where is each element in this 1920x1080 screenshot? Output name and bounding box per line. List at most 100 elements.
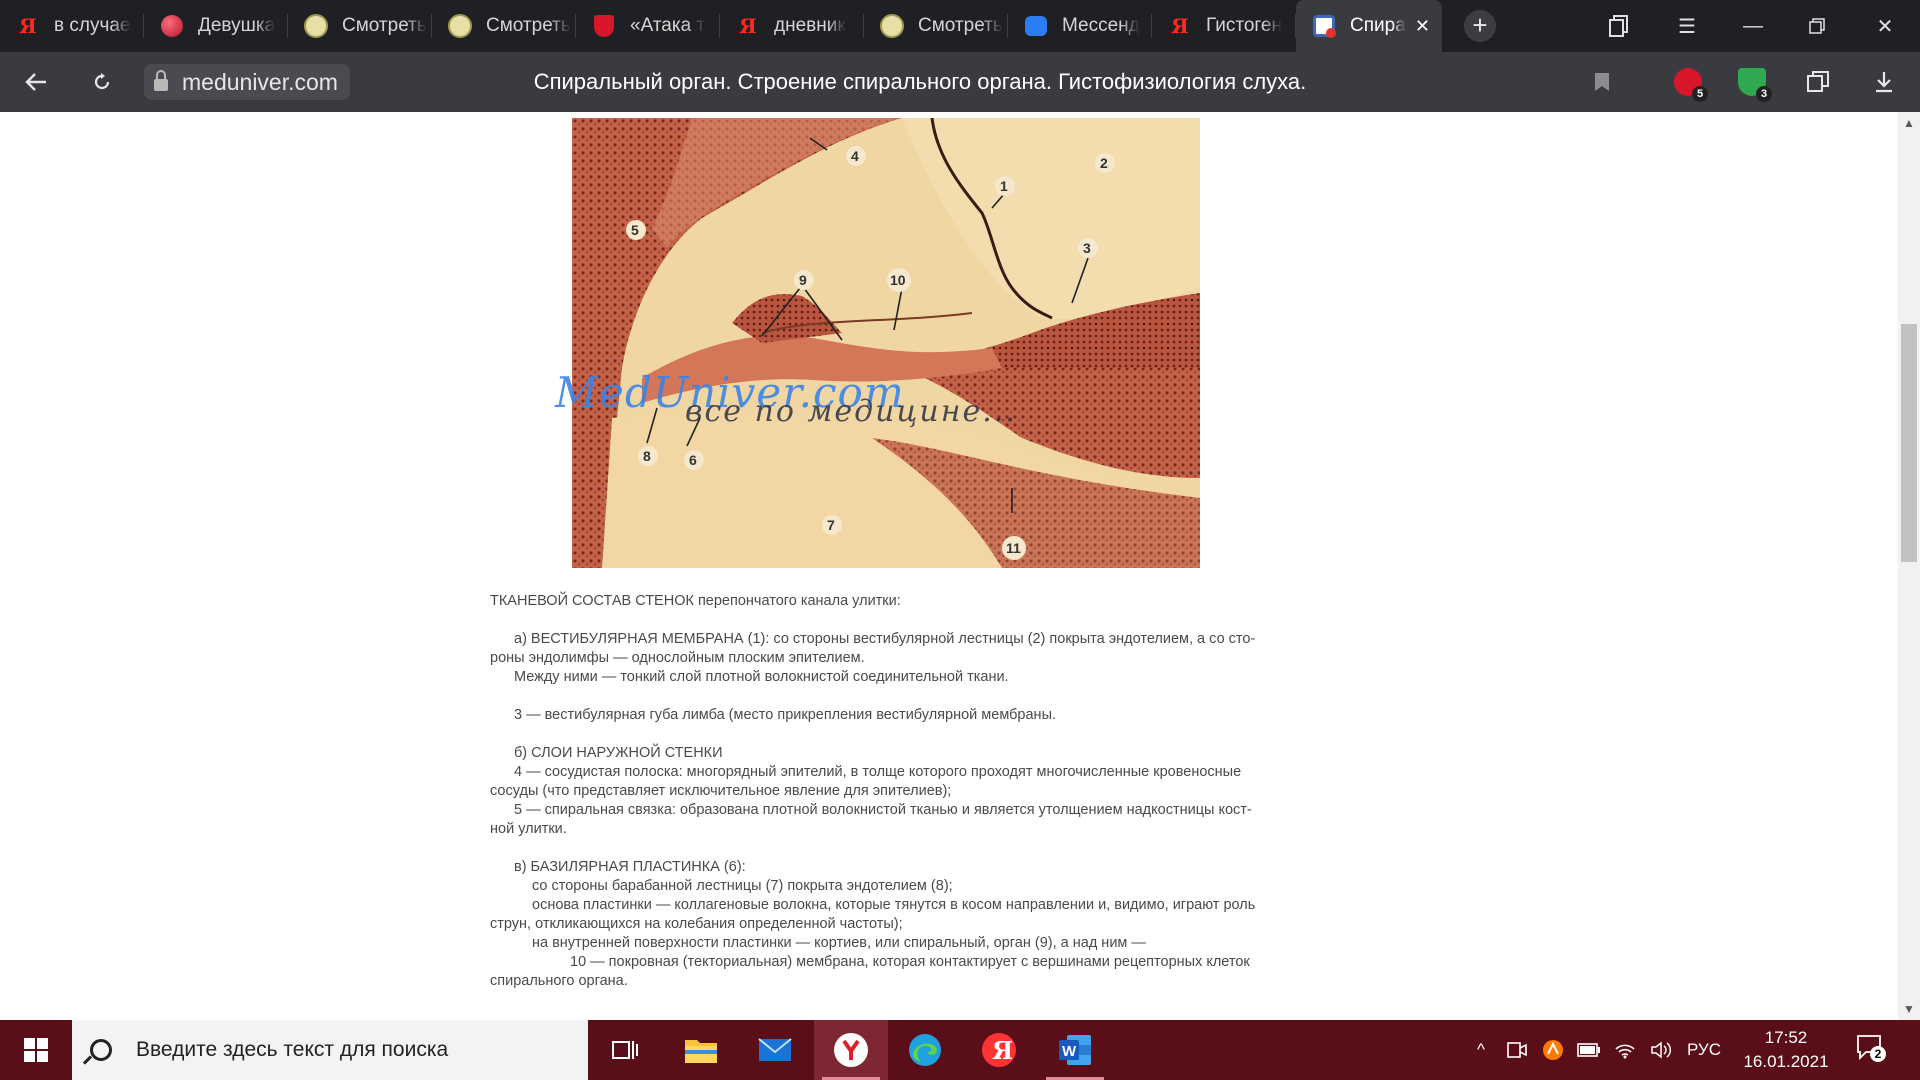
extension-badge: 5 <box>1692 86 1708 102</box>
new-tab-button[interactable]: + <box>1464 10 1496 42</box>
histology-figure: 4 1 2 3 5 9 10 8 6 7 11 <box>572 118 1200 568</box>
minimize-icon[interactable]: — <box>1730 0 1776 52</box>
close-tab-icon[interactable]: ✕ <box>1415 16 1430 37</box>
article-line: в) БАЗИЛЯРНАЯ ПЛАСТИНКА (6): <box>514 859 746 875</box>
svg-text:W: W <box>1062 1043 1077 1060</box>
article-line: 10 — покровная (текториальная) мембрана,… <box>570 954 1250 970</box>
adblock-extension-icon[interactable]: 5 <box>1674 68 1708 102</box>
tab-4[interactable]: Смотреть <box>432 0 576 52</box>
tab-2[interactable]: Девушка <box>144 0 288 52</box>
tab-1[interactable]: Я в случае <box>0 0 144 52</box>
tab-5[interactable]: «Атака т <box>576 0 720 52</box>
file-explorer-icon[interactable] <box>664 1020 738 1080</box>
url-domain: meduniver.com <box>182 68 338 95</box>
tab-7[interactable]: Смотреть <box>864 0 1008 52</box>
svg-text:Я: Я <box>992 1036 1013 1065</box>
start-button[interactable] <box>0 1020 72 1080</box>
article-text: ТКАНЕВОЙ СОСТАВ СТЕНОК перепончатого кан… <box>490 592 1286 991</box>
bookmark-icon[interactable] <box>1580 52 1624 112</box>
tab-label: Смотреть <box>918 15 1003 36</box>
article-line: спирального органа. <box>490 973 628 989</box>
page-title: Спиральный орган. Строение спирального о… <box>533 69 1307 94</box>
figure-label: 1 <box>1000 178 1008 194</box>
scroll-down-icon[interactable]: ▼ <box>1898 998 1920 1020</box>
tab-label: «Атака т <box>630 15 706 36</box>
yandex-browser-taskbar-icon[interactable] <box>814 1020 888 1080</box>
restore-icon[interactable] <box>1794 0 1840 52</box>
windows-taskbar: Введите здесь текст для поиска Я W ^ РУС… <box>0 1020 1920 1080</box>
tab-label: Спира <box>1350 15 1406 36</box>
shield-extension-icon[interactable]: 3 <box>1738 68 1772 102</box>
article-line: ной улитки. <box>490 821 567 837</box>
watermark-tagline: все по медицине... <box>685 394 1017 429</box>
reload-button[interactable] <box>80 52 124 112</box>
article-line: 4 — сосудистая полоска: многорядный эпит… <box>514 764 1242 780</box>
calendar-icon <box>1312 14 1336 38</box>
figure-label: 3 <box>1083 240 1091 256</box>
close-window-icon[interactable]: ✕ <box>1862 0 1908 52</box>
input-language[interactable]: РУС <box>1682 1020 1726 1080</box>
battery-icon[interactable] <box>1574 1020 1604 1080</box>
article-line: 3 — вестибулярная губа лимба (место прик… <box>514 707 1057 723</box>
scrollbar-thumb[interactable] <box>1901 324 1917 562</box>
meet-now-icon[interactable] <box>1502 1020 1532 1080</box>
leaf-icon <box>448 14 472 38</box>
article-line: роны эндолимфы — однослойным плоским эпи… <box>490 650 865 666</box>
tabs-panel-icon[interactable] <box>1596 0 1642 52</box>
collections-icon[interactable] <box>1796 52 1840 112</box>
tab-label: Смотреть <box>486 15 571 36</box>
edge-icon[interactable] <box>888 1020 962 1080</box>
tab-label: Мессенд <box>1062 15 1140 36</box>
task-view-icon[interactable] <box>588 1020 662 1080</box>
yandex-icon: Я <box>1171 14 1189 38</box>
article-line: струн, откликающихся на колебания опреде… <box>490 916 903 932</box>
download-icon[interactable] <box>1862 52 1906 112</box>
figure-label: 7 <box>827 517 835 533</box>
tab-9[interactable]: Я Гистоген <box>1152 0 1296 52</box>
article-line: а) ВЕСТИБУЛЯРНАЯ МЕМБРАНА (1): со сторон… <box>514 631 1256 647</box>
yandex-app-icon[interactable]: Я <box>962 1020 1036 1080</box>
address-bar[interactable]: meduniver.com <box>144 64 350 100</box>
menu-icon[interactable]: ☰ <box>1664 0 1710 52</box>
figure-label: 8 <box>643 448 651 464</box>
figure-label: 5 <box>631 222 639 238</box>
messenger-icon <box>1024 14 1048 38</box>
tab-3[interactable]: Смотреть <box>288 0 432 52</box>
berry-icon <box>160 14 184 38</box>
system-clock[interactable]: 17:52 16.01.2021 <box>1736 1026 1836 1074</box>
leaf-icon <box>304 14 328 38</box>
figure-label: 4 <box>851 148 859 164</box>
notification-center-icon[interactable]: 2 <box>1856 1034 1886 1062</box>
figure-label: 6 <box>689 452 697 468</box>
tab-6[interactable]: Я дневник <box>720 0 864 52</box>
browser-toolbar: meduniver.com Спиральный орган. Строение… <box>0 52 1920 112</box>
extension-badge: 3 <box>1756 86 1772 102</box>
search-placeholder: Введите здесь текст для поиска <box>136 1038 449 1061</box>
wifi-icon[interactable] <box>1610 1020 1640 1080</box>
yandex-icon: Я <box>739 14 757 38</box>
tab-active[interactable]: Спира ✕ <box>1296 0 1442 52</box>
tab-label: дневник <box>774 15 846 36</box>
figure-label: 9 <box>799 272 807 288</box>
volume-icon[interactable] <box>1646 1020 1676 1080</box>
article-line: основа пластинки — коллагеновые волокна,… <box>532 897 1256 913</box>
tab-8[interactable]: Мессенд <box>1008 0 1152 52</box>
word-icon[interactable]: W <box>1038 1020 1112 1080</box>
mail-icon[interactable] <box>738 1020 812 1080</box>
back-button[interactable] <box>14 52 58 112</box>
clock-time: 17:52 <box>1764 1028 1808 1047</box>
taskbar-search-input[interactable]: Введите здесь текст для поиска <box>72 1020 588 1080</box>
vertical-scrollbar[interactable]: ▲ ▼ <box>1898 112 1920 1020</box>
search-icon <box>90 1039 112 1061</box>
clock-date: 16.01.2021 <box>1743 1052 1829 1071</box>
tab-label: Гистоген <box>1206 15 1282 36</box>
avast-icon[interactable] <box>1538 1020 1568 1080</box>
lock-icon <box>154 70 168 91</box>
yandex-icon: Я <box>19 14 37 38</box>
tab-strip: Я в случае Девушка Смотреть Смотреть «Ат… <box>0 0 1920 52</box>
tab-label: в случае <box>54 15 131 36</box>
scroll-up-icon[interactable]: ▲ <box>1898 112 1920 134</box>
article-heading: ТКАНЕВОЙ СОСТАВ СТЕНОК перепончатого кан… <box>490 593 901 609</box>
show-hidden-icons-icon[interactable]: ^ <box>1466 1020 1496 1080</box>
article-line: б) СЛОИ НАРУЖНОЙ СТЕНКИ <box>514 745 723 761</box>
